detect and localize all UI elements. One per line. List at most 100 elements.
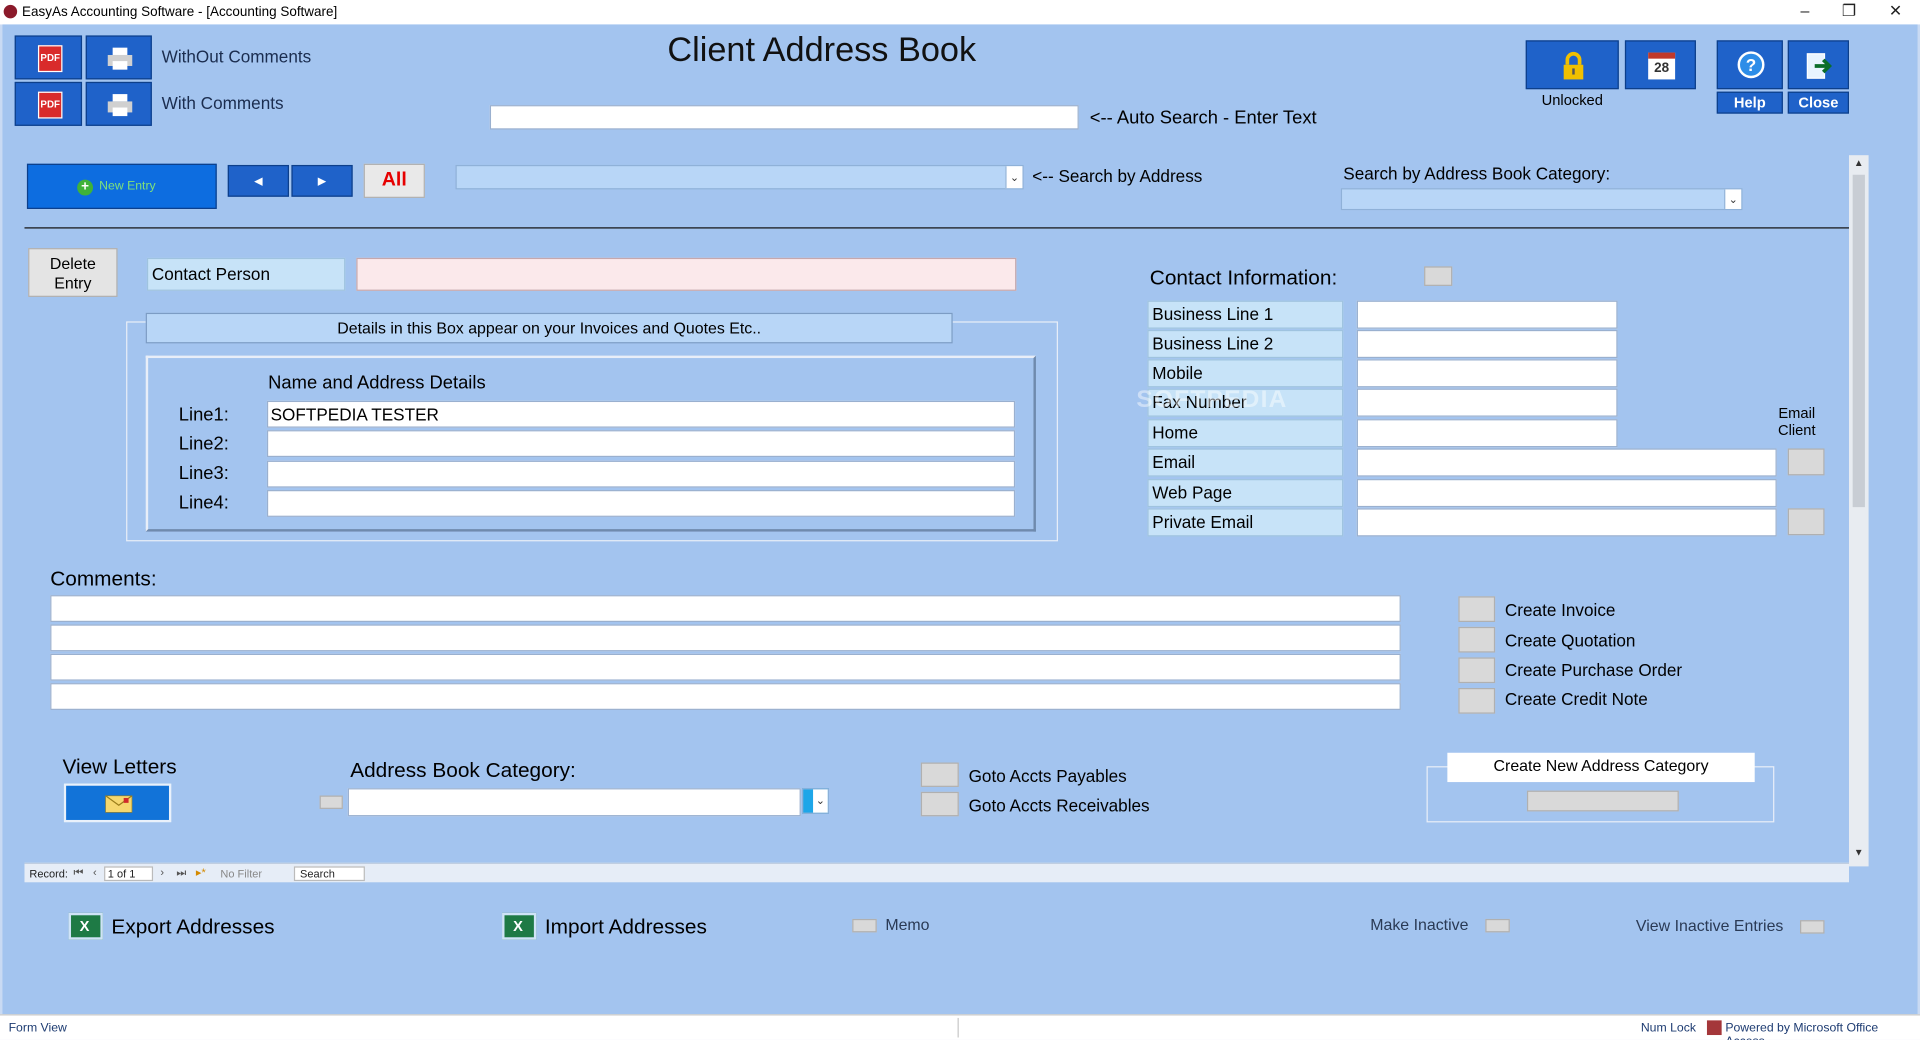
powered-by-label: Powered by Microsoft Office Access — [1725, 1021, 1879, 1040]
comment-line-2[interactable] — [50, 624, 1401, 652]
goto-receivables-button[interactable] — [920, 791, 959, 817]
calendar-button[interactable]: 28 — [1624, 40, 1696, 90]
no-filter-button[interactable]: No Filter — [220, 868, 262, 880]
business-line1-input[interactable] — [1356, 300, 1618, 329]
comment-line-3[interactable] — [50, 653, 1401, 681]
private-email-client-button[interactable] — [1787, 508, 1825, 536]
close-label[interactable]: Close — [1787, 91, 1849, 114]
address-line1-label: Line1: — [178, 404, 229, 426]
category-toggle[interactable] — [319, 795, 343, 809]
excel-icon[interactable]: X — [68, 912, 103, 940]
chevron-down-icon[interactable]: ⌄ — [813, 789, 828, 813]
window-close-button[interactable]: ✕ — [1876, 0, 1915, 24]
print-with-comments-button[interactable] — [85, 81, 152, 126]
lock-icon — [1563, 51, 1584, 80]
form-scrollbar[interactable]: ▲ ▼ — [1848, 155, 1869, 867]
access-icon — [1706, 1020, 1722, 1036]
scroll-down-icon[interactable]: ▼ — [1854, 847, 1864, 858]
address-line1-input[interactable]: SOFTPEDIA TESTER — [266, 400, 1016, 428]
lock-button[interactable] — [1525, 40, 1619, 90]
create-credit-note-label: Create Credit Note — [1504, 689, 1648, 709]
next-record-icon[interactable]: › — [160, 866, 164, 878]
next-record-button[interactable]: ▶ — [291, 164, 353, 197]
contact-info-heading: Contact Information: — [1149, 266, 1338, 290]
home-input[interactable] — [1356, 419, 1618, 448]
import-addresses-label[interactable]: Import Addresses — [545, 915, 707, 939]
create-new-category-button[interactable] — [1526, 790, 1679, 812]
excel-icon[interactable]: X — [502, 912, 537, 940]
chevron-down-icon[interactable]: ⌄ — [1005, 166, 1023, 189]
delete-entry-label: Entry — [54, 273, 92, 293]
private-email-input[interactable] — [1356, 508, 1777, 537]
help-button[interactable]: ? — [1716, 40, 1783, 90]
record-search-input[interactable]: Search — [293, 866, 365, 882]
pdf-without-comments-button[interactable]: PDF — [14, 35, 83, 80]
record-position-input[interactable]: 1 of 1 — [104, 866, 154, 882]
category-dropdown-button[interactable]: ⌄ — [802, 788, 829, 814]
print-without-comments-button[interactable] — [85, 35, 152, 80]
last-record-icon[interactable]: ⏭ — [176, 866, 186, 879]
address-book-category-label: Address Book Category: — [350, 758, 576, 783]
comment-line-1[interactable] — [50, 595, 1401, 622]
create-purchase-order-button[interactable] — [1458, 657, 1496, 684]
email-client-button[interactable] — [1787, 448, 1825, 476]
view-letters-label: View Letters — [62, 755, 177, 779]
without-comments-label: WithOut Comments — [161, 46, 312, 66]
mobile-label: Mobile — [1147, 359, 1344, 388]
exit-icon — [1806, 53, 1833, 79]
web-page-label: Web Page — [1147, 479, 1344, 508]
show-all-button[interactable]: All — [363, 163, 425, 198]
email-client-label: Email Client — [1777, 404, 1816, 439]
comments-heading: Comments: — [50, 567, 157, 591]
create-credit-note-button[interactable] — [1458, 687, 1496, 714]
email-input[interactable] — [1356, 448, 1777, 477]
fax-number-input[interactable] — [1356, 388, 1618, 417]
help-label[interactable]: Help — [1716, 91, 1783, 114]
view-letters-button[interactable] — [63, 783, 172, 823]
prev-record-icon[interactable]: ‹ — [93, 866, 97, 878]
search-by-address-combo[interactable]: ⌄ — [455, 164, 1024, 190]
page-title: Client Address Book — [667, 30, 977, 69]
contact-info-toggle[interactable] — [1424, 266, 1453, 286]
delete-entry-button[interactable]: Delete Entry — [28, 248, 118, 297]
contact-person-input[interactable] — [356, 257, 1017, 291]
pdf-icon: PDF — [37, 91, 63, 119]
comment-line-4[interactable] — [50, 683, 1401, 710]
export-addresses-label[interactable]: Export Addresses — [111, 915, 274, 939]
memo-checkbox[interactable] — [852, 918, 877, 933]
previous-record-button[interactable]: ◀ — [227, 164, 289, 197]
new-entry-button[interactable]: + New Entry — [26, 163, 217, 209]
address-line4-label: Line4: — [178, 492, 229, 514]
auto-search-label: <-- Auto Search - Enter Text — [1089, 107, 1317, 129]
first-record-icon[interactable]: ⏮ — [73, 866, 83, 879]
pdf-with-comments-button[interactable]: PDF — [14, 81, 83, 126]
business-line2-input[interactable] — [1356, 329, 1618, 359]
business-line1-label: Business Line 1 — [1147, 300, 1344, 329]
address-line3-input[interactable] — [266, 460, 1016, 488]
restore-button[interactable]: ❐ — [1829, 0, 1868, 24]
close-form-button[interactable] — [1787, 40, 1849, 90]
view-inactive-checkbox[interactable] — [1800, 920, 1825, 934]
memo-label: Memo — [885, 915, 930, 934]
scroll-thumb[interactable] — [1852, 174, 1865, 508]
address-line4-input[interactable] — [266, 490, 1016, 517]
scroll-up-icon[interactable]: ▲ — [1854, 158, 1864, 169]
goto-payables-button[interactable] — [920, 762, 959, 787]
mobile-input[interactable] — [1356, 359, 1618, 388]
address-line2-label: Line2: — [178, 433, 229, 455]
chevron-down-icon[interactable]: ⌄ — [1724, 189, 1742, 209]
search-by-category-combo[interactable]: ⌄ — [1340, 188, 1743, 211]
create-quotation-button[interactable] — [1458, 626, 1496, 653]
make-inactive-checkbox[interactable] — [1485, 918, 1510, 933]
new-record-icon[interactable]: ▸* — [196, 866, 206, 879]
web-page-input[interactable] — [1356, 479, 1777, 508]
record-label: Record: — [29, 867, 68, 880]
minimize-button[interactable]: – — [1785, 0, 1824, 24]
address-line2-input[interactable] — [266, 430, 1016, 458]
auto-search-input[interactable] — [489, 105, 1079, 130]
printer-icon — [107, 47, 133, 70]
create-invoice-button[interactable] — [1458, 596, 1496, 622]
email-label: Email — [1147, 448, 1344, 477]
printer-icon — [107, 94, 133, 117]
address-book-category-combo[interactable] — [347, 788, 801, 817]
